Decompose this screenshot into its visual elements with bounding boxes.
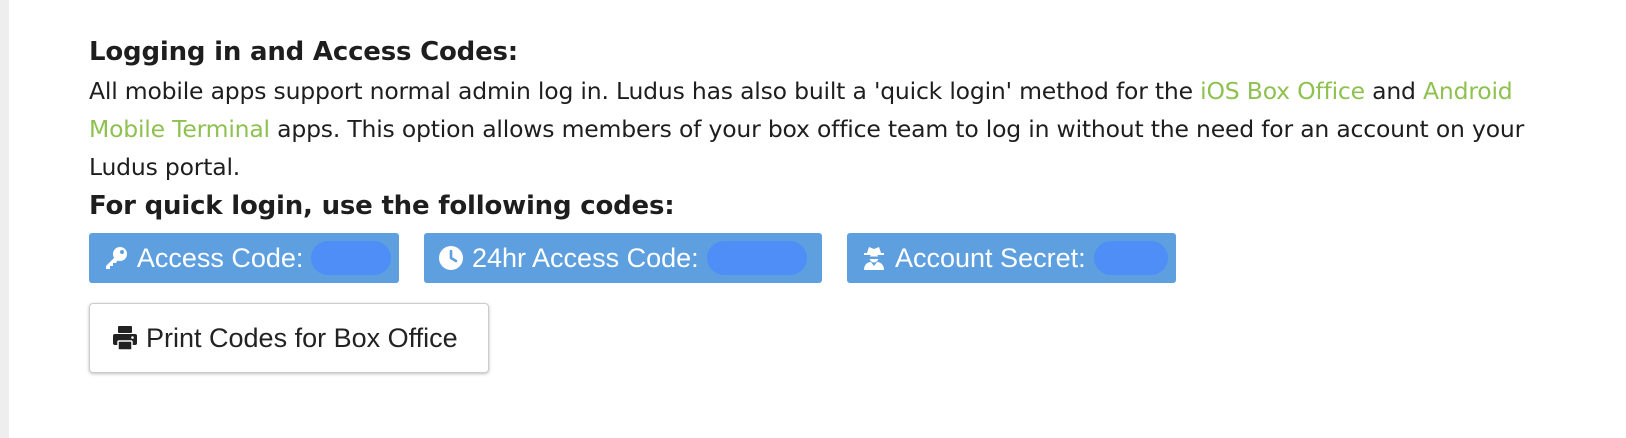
account-secret-badge: Account Secret: (847, 233, 1176, 283)
daily-access-code-label: 24hr Access Code: (472, 242, 699, 273)
clock-icon (436, 243, 466, 273)
daily-access-code-value-redacted (706, 241, 807, 275)
access-code-label: Access Code: (136, 242, 304, 273)
account-secret-value-redacted (1093, 241, 1168, 275)
user-secret-icon (859, 243, 889, 273)
access-code-badge: Access Code: (89, 233, 399, 283)
intro-text-after: apps. This option allows members of your… (89, 115, 1525, 181)
daily-access-code-badge: 24hr Access Code: (424, 233, 822, 283)
printer-icon (110, 323, 140, 353)
ios-box-office-link[interactable]: iOS Box Office (1200, 77, 1365, 105)
intro-text-middle: and (1364, 77, 1424, 105)
print-codes-button[interactable]: Print Codes for Box Office (89, 303, 489, 373)
print-codes-label: Print Codes for Box Office (146, 322, 458, 353)
login-section-title: Logging in and Access Codes: (89, 37, 518, 67)
main-content: Logging in and Access Codes: All mobile … (89, 32, 1609, 373)
account-secret-label: Account Secret: (895, 242, 1086, 273)
access-codes-row: Access Code: 24hr Access Code: Account S… (89, 233, 1609, 283)
intro-paragraph: All mobile apps support normal admin log… (89, 72, 1569, 186)
quick-login-title: For quick login, use the following codes… (89, 191, 675, 221)
intro-text-before: All mobile apps support normal admin log… (89, 77, 1201, 105)
left-rail (0, 0, 9, 438)
access-code-value-redacted (311, 241, 391, 275)
key-icon (101, 243, 131, 273)
